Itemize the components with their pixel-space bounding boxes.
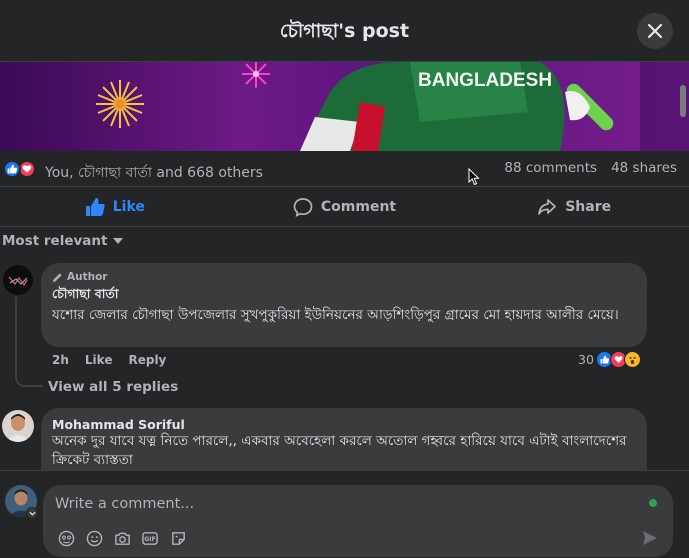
post-modal: চৌগাছা's post BANGLADESH You, চৌগাছা বার… <box>0 0 689 558</box>
chevron-down-icon <box>28 511 36 516</box>
comment-button[interactable]: Comment <box>230 187 460 226</box>
modal-title: চৌগাছা's post <box>279 20 410 42</box>
modal-header: চৌগাছা's post <box>0 0 689 62</box>
share-arrow-icon <box>538 198 557 215</box>
like-reaction-icon <box>3 160 21 178</box>
comment-meta: 2h Like Reply <box>52 353 166 367</box>
comment-composer-area: GIF <box>0 470 689 558</box>
commenter-avatar[interactable] <box>2 410 34 442</box>
emoji-button[interactable] <box>85 529 103 547</box>
author-badge-label: Author <box>67 271 108 283</box>
avatar-sticker-button[interactable] <box>57 529 75 547</box>
reply-thread-line <box>15 297 43 387</box>
comment-bubble: Mohammad Soriful অনেক দুর যাবে যত্ন নিতে… <box>41 408 647 470</box>
comment-text: অনেক দুর যাবে যত্ন নিতে পারলে,, একবার অব… <box>52 433 627 468</box>
comment-reaction-count: 30 <box>578 352 594 367</box>
svg-text:GIF: GIF <box>144 536 156 543</box>
comment-input[interactable] <box>55 493 615 515</box>
sort-label: Most relevant <box>2 233 108 249</box>
comment-label: Comment <box>320 198 397 215</box>
post-image[interactable]: BANGLADESH <box>0 62 689 151</box>
composer-tools: GIF <box>57 529 187 547</box>
emoji-icon <box>86 530 102 546</box>
close-icon <box>647 23 663 39</box>
wow-reaction-icon <box>623 351 641 368</box>
like-label: Like <box>112 198 145 215</box>
thumbs-up-icon <box>85 197 105 216</box>
author-avatar[interactable] <box>3 265 33 295</box>
caret-down-icon <box>113 238 124 244</box>
send-icon <box>643 531 657 545</box>
comment-composer: GIF <box>43 485 673 557</box>
close-button[interactable] <box>637 13 673 49</box>
sticker-button[interactable] <box>169 529 187 547</box>
commenter-name[interactable]: Mohammad Soriful <box>52 417 640 432</box>
comment-bubble: Author চৌগাছা বার্তা যশোর জেলার চৌগাছা উ… <box>41 263 647 347</box>
gif-button[interactable]: GIF <box>141 529 159 547</box>
mouse-cursor-icon <box>468 168 480 186</box>
comment-text: যশোর জেলার চৌগাছা উপজেলার সুখপুকুরিয়া ই… <box>52 307 619 323</box>
comment-bubble-icon <box>293 197 313 217</box>
comment-reactions[interactable]: 30 <box>578 351 641 368</box>
author-badge: Author <box>52 271 640 283</box>
commenter-name[interactable]: চৌগাছা বার্তা <box>52 286 640 306</box>
post-photo-graphic: BANGLADESH <box>96 62 689 151</box>
comments-count[interactable]: 88 comments <box>504 160 597 176</box>
reaction-icons[interactable] <box>3 160 36 178</box>
send-button[interactable] <box>641 529 659 551</box>
comment-timestamp[interactable]: 2h <box>52 353 69 367</box>
status-dot <box>649 499 657 507</box>
comment-like-button[interactable]: Like <box>85 353 113 367</box>
jersey-text: BANGLADESH <box>418 70 552 91</box>
share-button[interactable]: Share <box>459 187 689 226</box>
sticker-icon <box>171 531 185 545</box>
reaction-summary: You, চৌগাছা বার্তা and 668 others 88 com… <box>0 151 689 187</box>
my-avatar-chevron[interactable] <box>26 507 38 519</box>
scrollbar-thumb[interactable] <box>680 85 686 117</box>
camera-icon <box>114 532 130 545</box>
post-action-bar: Like Comment Share <box>0 187 689 227</box>
reactors-text[interactable]: You, চৌগাছা বার্তা and 668 others <box>45 161 263 185</box>
gif-icon: GIF <box>142 531 158 545</box>
pencil-icon <box>52 272 62 282</box>
shares-count[interactable]: 48 shares <box>611 160 677 176</box>
share-label: Share <box>565 198 612 215</box>
comment-reply-button[interactable]: Reply <box>128 353 166 367</box>
photo-button[interactable] <box>113 529 131 547</box>
comment-sort-dropdown[interactable]: Most relevant <box>2 233 124 249</box>
view-replies-link[interactable]: View all 5 replies <box>48 379 178 395</box>
like-button[interactable]: Like <box>0 187 230 226</box>
avatar-sticker-icon <box>58 530 74 546</box>
engagement-counts: 88 comments 48 shares <box>504 160 677 176</box>
